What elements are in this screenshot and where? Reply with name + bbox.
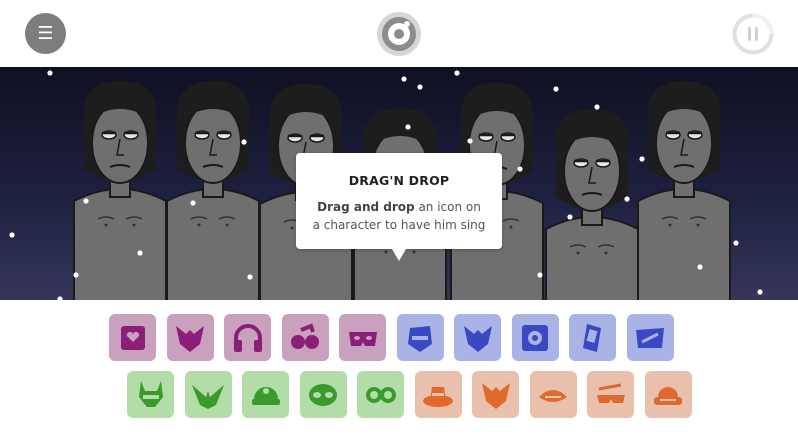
snowflake bbox=[697, 264, 703, 270]
melody-alien-icon[interactable] bbox=[299, 371, 347, 418]
tooltip-body: Drag and drop an icon on a character to h… bbox=[296, 198, 502, 234]
tooltip-body-line1: an icon on bbox=[414, 200, 481, 214]
effect-speaker-icon[interactable] bbox=[511, 314, 559, 361]
voice-cap-icon[interactable] bbox=[644, 371, 692, 418]
snowflake bbox=[517, 166, 523, 172]
voice-mouth-icon[interactable] bbox=[529, 371, 577, 418]
effect-visor-icon[interactable] bbox=[626, 314, 674, 361]
melody-wings-icon[interactable] bbox=[184, 371, 232, 418]
stage: DRAG'N DROP Drag and drop an icon on a ch… bbox=[0, 67, 798, 300]
tooltip-title: DRAG'N DROP bbox=[348, 173, 450, 188]
snowflake bbox=[624, 196, 630, 202]
melody-horns-icon[interactable] bbox=[127, 371, 174, 418]
snowflake bbox=[417, 84, 423, 90]
tooltip-body-strong: Drag and drop bbox=[317, 200, 415, 214]
character[interactable] bbox=[637, 81, 731, 300]
snowflake bbox=[83, 198, 89, 204]
tooltip: DRAG'N DROP Drag and drop an icon on a ch… bbox=[296, 153, 502, 261]
effect-helmet-icon[interactable] bbox=[396, 314, 444, 361]
icon-tray bbox=[0, 300, 798, 448]
snowflake bbox=[73, 272, 79, 278]
beat-mask-icon[interactable] bbox=[339, 314, 386, 361]
pause-icon[interactable] bbox=[732, 13, 774, 55]
voice-shades-icon[interactable] bbox=[587, 371, 634, 418]
snowflake bbox=[454, 70, 460, 76]
snowflake bbox=[405, 124, 411, 130]
beat-tv-icon[interactable] bbox=[109, 314, 156, 361]
beat-fox-icon[interactable] bbox=[166, 314, 214, 361]
snowflake bbox=[639, 156, 645, 162]
incredibox-logo-icon[interactable] bbox=[376, 11, 422, 57]
snowflake bbox=[553, 86, 559, 92]
character[interactable] bbox=[73, 81, 167, 300]
snowflake bbox=[733, 240, 739, 246]
snowflake bbox=[190, 200, 196, 206]
beat-glasses-icon[interactable] bbox=[281, 314, 329, 361]
voice-fox-icon[interactable] bbox=[472, 371, 519, 418]
snowflake bbox=[757, 289, 763, 295]
snowflake bbox=[247, 274, 253, 280]
snowflake bbox=[137, 250, 143, 256]
voice-hat-icon[interactable] bbox=[414, 371, 462, 418]
melody-cap-icon[interactable] bbox=[242, 371, 289, 418]
snowflake bbox=[594, 104, 600, 110]
snowflake bbox=[401, 76, 407, 82]
hamburger-icon: ☰ bbox=[37, 23, 54, 44]
character[interactable] bbox=[545, 109, 639, 300]
snowflake bbox=[47, 70, 53, 76]
melody-goggles-icon[interactable] bbox=[357, 371, 404, 418]
snowflake bbox=[537, 272, 543, 278]
effect-phone-icon[interactable] bbox=[569, 314, 616, 361]
snowflake bbox=[9, 232, 15, 238]
effect-fox-icon[interactable] bbox=[454, 314, 501, 361]
character[interactable] bbox=[166, 81, 260, 300]
tooltip-body-line2: a character to have him sing bbox=[312, 218, 486, 232]
snowflake bbox=[241, 139, 247, 145]
menu-button[interactable]: ☰ bbox=[25, 13, 66, 54]
snowflake bbox=[467, 138, 473, 144]
beat-headphones-icon[interactable] bbox=[224, 314, 271, 361]
snowflake bbox=[567, 214, 573, 220]
top-bar: ☰ bbox=[0, 0, 798, 67]
